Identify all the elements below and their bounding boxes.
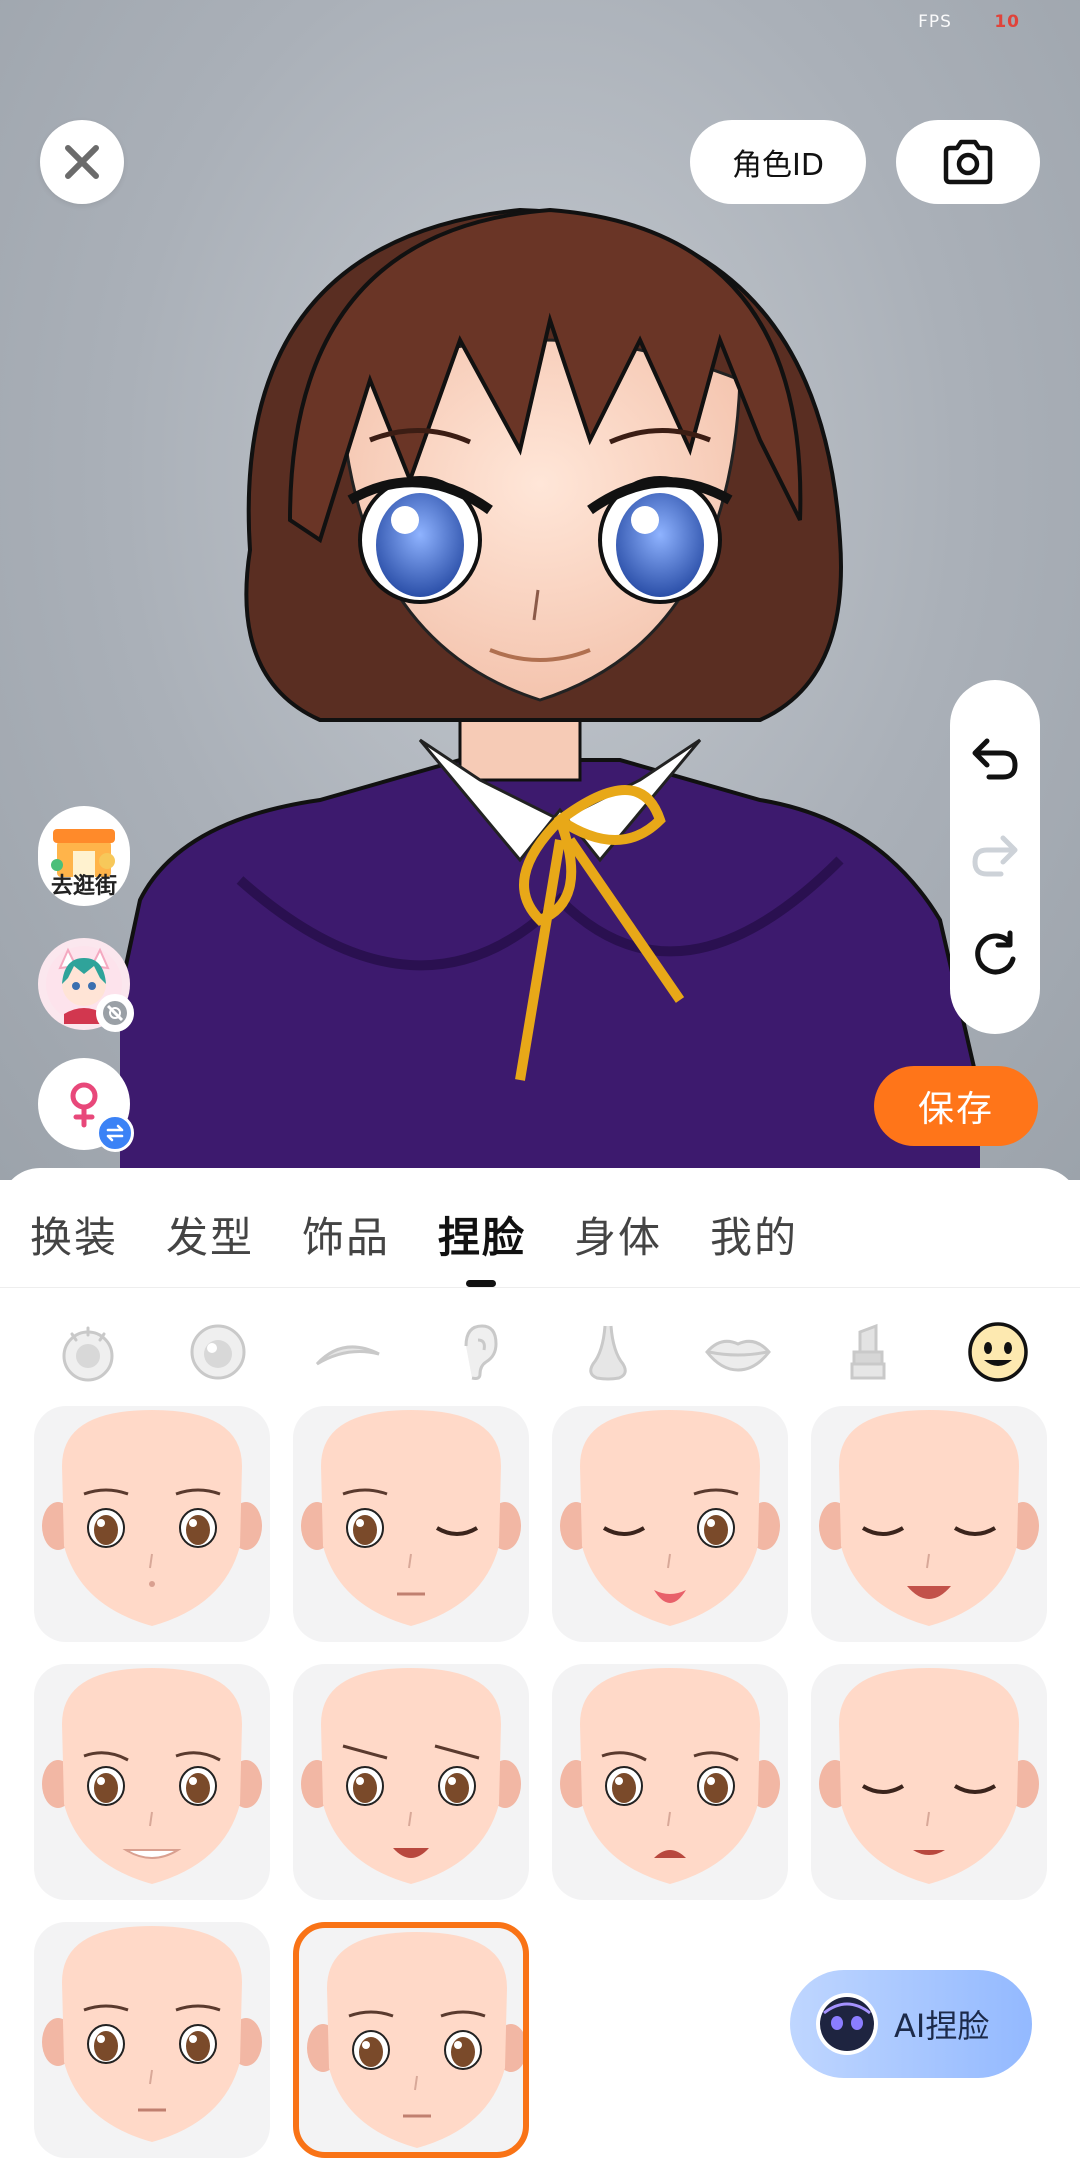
subcat-lips[interactable] xyxy=(698,1312,778,1392)
close-icon xyxy=(65,145,99,179)
role-id-button[interactable]: 角色ID xyxy=(690,120,866,204)
pupil-icon xyxy=(190,1324,246,1380)
face-preview xyxy=(42,1410,262,1626)
expression-icon xyxy=(968,1322,1028,1382)
tab-hairstyle[interactable]: 发型 xyxy=(166,1204,254,1265)
lipstick-icon xyxy=(850,1323,886,1380)
face-preview xyxy=(819,1668,1039,1884)
expression-preset[interactable] xyxy=(34,1922,270,2158)
face-preview xyxy=(42,1926,262,2142)
face-preview xyxy=(301,1668,521,1884)
active-tab-indicator xyxy=(466,1280,496,1287)
expression-preset[interactable] xyxy=(552,1406,788,1642)
redo-icon[interactable] xyxy=(969,832,1021,878)
face-preview xyxy=(42,1668,262,1884)
face-preview xyxy=(819,1410,1039,1626)
subcat-lipstick[interactable] xyxy=(828,1312,908,1392)
subcat-eye-style[interactable] xyxy=(48,1312,128,1392)
hide-icon xyxy=(103,1001,127,1025)
expression-preset[interactable] xyxy=(811,1664,1047,1900)
tab-accessories[interactable]: 饰品 xyxy=(302,1204,390,1265)
expression-preset[interactable] xyxy=(293,1664,529,1900)
customize-panel: 换装 发型 饰品 捏脸 身体 我的 AI捏脸 xyxy=(0,1168,1080,2160)
save-button[interactable]: 保存 xyxy=(874,1066,1038,1146)
expression-preset[interactable] xyxy=(293,1406,529,1642)
category-tabs: 换装 发型 饰品 捏脸 身体 我的 xyxy=(0,1168,1080,1288)
undo-icon[interactable] xyxy=(969,735,1021,781)
subcat-expression[interactable] xyxy=(958,1312,1038,1392)
face-preview xyxy=(301,1410,521,1626)
camera-button[interactable] xyxy=(896,120,1040,204)
go-shopping-button[interactable]: 去逛街 xyxy=(38,806,130,906)
lips-icon xyxy=(705,1339,771,1372)
swap-icon xyxy=(106,1124,124,1142)
tab-outfit[interactable]: 换装 xyxy=(30,1204,118,1265)
swap-badge xyxy=(96,1114,134,1152)
history-controls xyxy=(950,680,1040,1034)
switch-gender-button[interactable] xyxy=(38,1058,134,1152)
face-part-selector xyxy=(0,1312,1080,1412)
face-preview xyxy=(560,1668,780,1884)
eye-style-icon xyxy=(62,1326,114,1382)
subcat-nose[interactable] xyxy=(568,1312,648,1392)
tab-body[interactable]: 身体 xyxy=(574,1204,662,1265)
ai-robot-icon xyxy=(816,1993,878,2055)
avatar-viewport[interactable]: FPS 10 角色ID 去逛街 保存 xyxy=(0,0,1080,1180)
expression-preset[interactable] xyxy=(34,1664,270,1900)
ai-face-label: AI捏脸 xyxy=(894,2007,990,2045)
nose-icon xyxy=(589,1325,627,1381)
tab-mine[interactable]: 我的 xyxy=(710,1204,798,1265)
avatar-character[interactable] xyxy=(120,120,980,1180)
camera-icon xyxy=(943,139,993,185)
fps-value: 10 xyxy=(994,12,1020,32)
face-preview xyxy=(560,1410,780,1626)
eyebrow-icon xyxy=(315,1345,380,1366)
fps-counter: FPS 10 xyxy=(918,12,1020,32)
ear-icon xyxy=(464,1324,498,1380)
face-preview xyxy=(307,1932,523,2148)
tab-face[interactable]: 捏脸 xyxy=(438,1204,526,1265)
expression-preset[interactable] xyxy=(811,1406,1047,1642)
close-button[interactable] xyxy=(40,120,124,204)
avatar-profile-button[interactable] xyxy=(38,938,134,1032)
expression-preset[interactable] xyxy=(34,1406,270,1642)
reset-icon[interactable] xyxy=(970,929,1020,979)
female-icon xyxy=(70,1082,98,1128)
subcat-ear[interactable] xyxy=(438,1312,518,1392)
hidden-badge xyxy=(96,994,134,1032)
ai-face-button[interactable]: AI捏脸 xyxy=(790,1970,1032,2078)
subcat-pupil[interactable] xyxy=(178,1312,258,1392)
expression-preset[interactable] xyxy=(552,1664,788,1900)
go-shopping-label: 去逛街 xyxy=(50,874,117,899)
expression-preset-selected[interactable] xyxy=(293,1922,529,2158)
fps-label: FPS xyxy=(918,12,952,32)
subcat-eyebrow[interactable] xyxy=(308,1312,388,1392)
